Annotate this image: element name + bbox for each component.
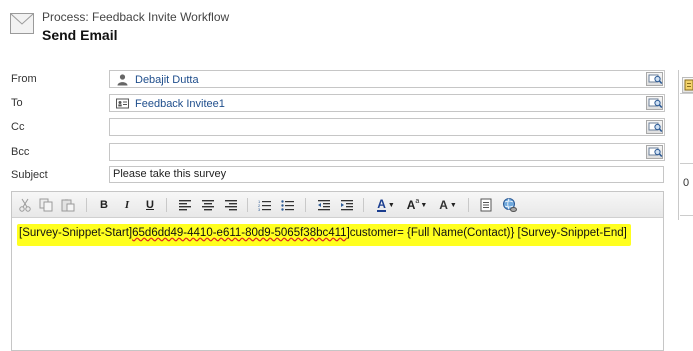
toolbar-separator bbox=[86, 198, 87, 212]
from-entry[interactable]: Debajit Dutta bbox=[116, 72, 199, 87]
align-right-icon bbox=[225, 200, 237, 211]
notes-icon bbox=[684, 79, 693, 91]
italic-button[interactable]: I bbox=[119, 197, 135, 213]
decrease-indent-button[interactable] bbox=[316, 197, 332, 213]
chevron-down-icon: ▼ bbox=[449, 201, 457, 209]
lookup-icon bbox=[648, 74, 663, 85]
copy-button[interactable] bbox=[38, 197, 54, 213]
font-style-button[interactable]: A ▼ bbox=[435, 197, 461, 213]
globe-link-icon bbox=[503, 198, 517, 212]
snippet-end-tag: ]customer= {Full Name(Contact)} [Survey-… bbox=[346, 227, 627, 239]
superscript-icon: a bbox=[415, 197, 420, 205]
email-icon bbox=[10, 13, 34, 34]
bcc-row: Bcc bbox=[0, 143, 680, 163]
side-divider bbox=[680, 215, 693, 216]
to-lookup-button[interactable] bbox=[646, 96, 663, 110]
font-color-label: A bbox=[377, 196, 386, 212]
side-divider bbox=[680, 93, 693, 94]
toolbar-separator bbox=[468, 198, 469, 212]
bcc-lookup-button[interactable] bbox=[646, 145, 663, 159]
from-lookup-button[interactable] bbox=[646, 72, 663, 86]
subject-value[interactable]: Please take this survey bbox=[113, 168, 226, 180]
to-label: To bbox=[11, 97, 23, 109]
contact-card-icon bbox=[116, 98, 129, 109]
bcc-field[interactable] bbox=[109, 143, 665, 161]
email-body-content[interactable]: [Survey-Snippet-Start]65d6dd49-4410-e611… bbox=[17, 224, 631, 246]
paste-icon bbox=[61, 199, 75, 212]
from-label: From bbox=[11, 73, 37, 85]
email-body-editor[interactable]: B I U 1 2 3 A ▼ A a ▼ A ▼ [Survey-Snippe… bbox=[11, 191, 664, 351]
align-center-button[interactable] bbox=[200, 197, 216, 213]
paste-button[interactable] bbox=[60, 197, 76, 213]
svg-text:3: 3 bbox=[258, 207, 261, 211]
side-count: 0 bbox=[683, 177, 690, 189]
subject-input[interactable]: Please take this survey bbox=[109, 166, 664, 183]
underline-button[interactable]: U bbox=[142, 197, 158, 213]
lookup-icon bbox=[648, 122, 663, 133]
page-title: Send Email bbox=[42, 27, 118, 43]
to-entry[interactable]: Feedback Invitee1 bbox=[116, 96, 225, 111]
cc-lookup-button[interactable] bbox=[646, 120, 663, 134]
user-icon bbox=[117, 74, 128, 86]
font-size-label: A bbox=[406, 198, 416, 212]
to-field[interactable]: Feedback Invitee1 bbox=[109, 94, 665, 112]
numbered-list-icon: 1 2 3 bbox=[258, 199, 271, 211]
from-field[interactable]: Debajit Dutta bbox=[109, 70, 665, 88]
lookup-icon bbox=[648, 147, 663, 158]
from-value[interactable]: Debajit Dutta bbox=[135, 74, 199, 86]
insert-link-button[interactable] bbox=[502, 197, 518, 213]
from-row: From Debajit Dutta bbox=[0, 70, 680, 90]
toolbar-separator bbox=[247, 198, 248, 212]
increase-indent-button[interactable] bbox=[339, 197, 355, 213]
scissors-icon bbox=[19, 198, 31, 212]
indent-icon bbox=[341, 200, 353, 211]
snippet-id: 65d6dd49-4410-e611-80d9-5065f38bc411 bbox=[132, 227, 347, 239]
toolbar-separator bbox=[305, 198, 306, 212]
align-center-icon bbox=[202, 200, 214, 211]
chevron-down-icon: ▼ bbox=[420, 201, 428, 209]
cc-label: Cc bbox=[11, 121, 25, 133]
editor-toolbar: B I U 1 2 3 A ▼ A a ▼ A ▼ bbox=[12, 192, 663, 218]
side-panel-button[interactable] bbox=[682, 77, 693, 93]
subject-row: Subject Please take this survey bbox=[0, 166, 680, 186]
align-left-button[interactable] bbox=[177, 197, 193, 213]
bcc-label: Bcc bbox=[11, 146, 30, 158]
font-style-label: A bbox=[439, 198, 448, 212]
font-color-button[interactable]: A ▼ bbox=[373, 197, 399, 213]
cut-button[interactable] bbox=[17, 197, 33, 213]
align-right-button[interactable] bbox=[223, 197, 239, 213]
side-divider bbox=[680, 163, 693, 164]
font-size-button[interactable]: A a ▼ bbox=[404, 197, 430, 213]
to-row: To Feedback Invitee1 bbox=[0, 94, 680, 114]
header: Process: Feedback Invite Workflow Send E… bbox=[0, 0, 680, 54]
cc-row: Cc bbox=[0, 118, 680, 138]
process-breadcrumb: Process: Feedback Invite Workflow bbox=[42, 10, 230, 24]
numbered-list-button[interactable]: 1 2 3 bbox=[257, 197, 273, 213]
toolbar-separator bbox=[166, 198, 167, 212]
align-left-icon bbox=[179, 200, 191, 211]
cc-field[interactable] bbox=[109, 118, 665, 136]
bulleted-list-icon bbox=[281, 200, 294, 211]
document-icon bbox=[480, 198, 492, 212]
bulleted-list-button[interactable] bbox=[280, 197, 296, 213]
template-button[interactable] bbox=[478, 197, 494, 213]
bold-button[interactable]: B bbox=[96, 197, 112, 213]
chevron-down-icon: ▼ bbox=[387, 201, 395, 209]
to-value[interactable]: Feedback Invitee1 bbox=[135, 98, 225, 110]
toolbar-separator bbox=[363, 198, 364, 212]
outdent-icon bbox=[318, 200, 330, 211]
copy-icon bbox=[39, 198, 53, 212]
snippet-start-tag: [Survey-Snippet-Start] bbox=[19, 227, 133, 239]
lookup-icon bbox=[648, 98, 663, 109]
subject-label: Subject bbox=[11, 169, 48, 181]
